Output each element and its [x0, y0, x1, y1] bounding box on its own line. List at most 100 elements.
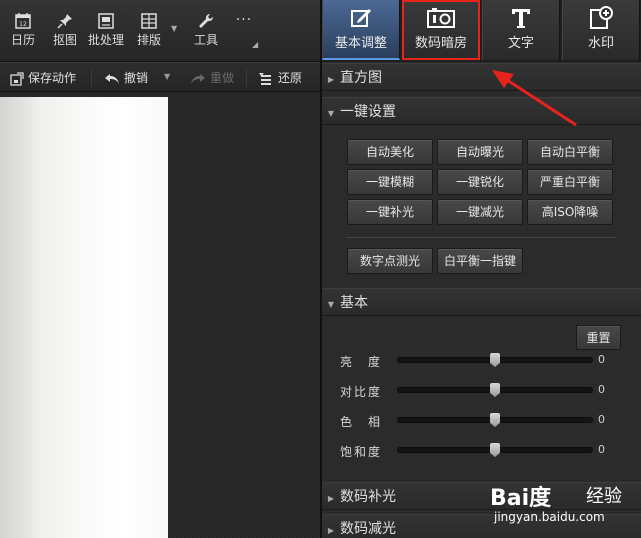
slider-label: 色 相	[340, 415, 383, 429]
section-histogram[interactable]: ▶ 直方图	[322, 63, 641, 91]
slider-track[interactable]	[397, 413, 593, 427]
baidu-logo: Bai度	[490, 486, 552, 511]
slider-track[interactable]	[397, 443, 593, 457]
section-basic-label: 基本	[340, 295, 368, 311]
expanded-arrow-icon: ▼	[327, 300, 335, 309]
section-digital-fill-label: 数码补光	[340, 489, 396, 505]
strict-white-balance-button[interactable]: 严重白平衡	[527, 169, 613, 195]
main-toolbar: 12 日历 抠图 批处理 排版 ▼ 工具 ··· ◢	[0, 0, 320, 62]
toolbar-batch-label: 批处理	[87, 33, 124, 47]
section-basic[interactable]: ▼ 基本	[322, 288, 641, 316]
restore-label: 还原	[278, 71, 303, 85]
section-digital-reduce-label: 数码减光	[340, 521, 396, 537]
auto-white-balance-button[interactable]: 自动白平衡	[527, 139, 613, 165]
reset-button[interactable]: 重置	[576, 325, 621, 350]
tab-watermark[interactable]: 水印	[562, 0, 640, 60]
slider-thumb[interactable]	[490, 443, 500, 457]
button-group-divider	[346, 237, 616, 238]
undo-icon	[105, 73, 119, 84]
image-canvas[interactable]	[0, 92, 320, 538]
slider-label: 亮 度	[340, 355, 383, 369]
batch-icon	[86, 8, 126, 32]
toolbar-layout-label: 排版	[136, 33, 161, 47]
collapsed-arrow-icon: ▶	[327, 494, 335, 503]
layout-dropdown-arrow[interactable]: ▼	[171, 24, 177, 33]
slider-value: 0	[598, 413, 605, 426]
photo-preview	[0, 97, 168, 538]
edit-icon	[323, 0, 399, 36]
slider-thumb[interactable]	[490, 413, 500, 427]
more-icon: ···	[235, 12, 253, 28]
tab-watermark-label: 水印	[587, 36, 614, 51]
section-one-click-label: 一键设置	[340, 104, 396, 120]
slider-track[interactable]	[397, 383, 593, 397]
toolbar-layout[interactable]: 排版	[132, 8, 166, 56]
more-corner-arrow-icon: ◢	[252, 40, 259, 49]
save-action-button[interactable]: 保存动作	[10, 63, 76, 93]
section-histogram-label: 直方图	[340, 70, 382, 86]
tab-basic-adjust-label: 基本调整	[334, 36, 387, 51]
wrench-icon	[188, 8, 224, 32]
tab-basic-adjust[interactable]: 基本调整	[322, 0, 400, 60]
undo-label: 撤销	[124, 71, 149, 85]
slider-thumb[interactable]	[490, 383, 500, 397]
action-bar: 保存动作 撤销 ▼ 重做 还原	[0, 62, 320, 92]
auto-exposure-button[interactable]: 自动曝光	[437, 139, 523, 165]
annotation-arrow-icon	[492, 70, 577, 127]
collapsed-arrow-icon: ▶	[327, 75, 335, 84]
watermark-url: jingyan.baidu.com	[494, 510, 605, 524]
toolbar-tools[interactable]: 工具	[188, 8, 224, 56]
redo-label: 重做	[210, 71, 235, 85]
spot-metering-button[interactable]: 数字点测光	[347, 248, 433, 274]
section-one-click[interactable]: ▼ 一键设置	[322, 97, 641, 125]
slider-value: 0	[598, 353, 605, 366]
restore-button[interactable]: 还原	[258, 63, 302, 93]
toolbar-calendar-label: 日历	[10, 33, 35, 47]
layout-icon	[132, 8, 166, 32]
slider-value: 0	[598, 383, 605, 396]
slider-label: 饱和度	[340, 445, 383, 459]
white-balance-picker-button[interactable]: 白平衡一指键	[437, 248, 523, 274]
toolbar-cutout-label: 抠图	[52, 33, 77, 47]
one-click-blur-button[interactable]: 一键模糊	[347, 169, 433, 195]
save-action-label: 保存动作	[28, 71, 77, 85]
tab-text[interactable]: 文字	[482, 0, 560, 60]
slider-value: 0	[598, 443, 605, 456]
one-click-sharpen-button[interactable]: 一键锐化	[437, 169, 523, 195]
text-icon	[483, 0, 559, 36]
editor-area: 12 日历 抠图 批处理 排版 ▼ 工具 ··· ◢ 保存动作 撤销 ▼ 重做 …	[0, 0, 320, 538]
high-iso-denoise-button[interactable]: 高ISO降噪	[527, 199, 613, 225]
pin-icon	[48, 8, 82, 32]
auto-beautify-button[interactable]: 自动美化	[347, 139, 433, 165]
slider-track[interactable]	[397, 353, 593, 367]
tab-digital-darkroom-label: 数码暗房	[414, 36, 467, 51]
redo-button[interactable]: 重做	[190, 63, 234, 93]
watermark-text: 经验	[586, 486, 622, 507]
toolbar-batch[interactable]: 批处理	[86, 8, 126, 56]
camera-icon	[403, 0, 479, 36]
action-separator	[91, 69, 92, 87]
slider-label: 对比度	[340, 385, 383, 399]
calendar-icon: 12	[6, 8, 40, 32]
undo-button[interactable]: 撤销	[104, 63, 148, 93]
adjust-panel: 基本调整 数码暗房 文字 水印 ▶ 直方图 ▼ 一键设置 自动美化 自动曝光 自动白…	[322, 0, 641, 538]
baidu-jingyan-watermark: Bai度 经验 jingyan.baidu.com	[486, 474, 636, 534]
watermark-add-icon	[563, 0, 639, 36]
toolbar-calendar[interactable]: 12 日历	[6, 8, 40, 56]
toolbar-tools-label: 工具	[193, 33, 218, 47]
panel-tabs: 基本调整 数码暗房 文字 水印	[322, 0, 641, 62]
calendar-day: 12	[19, 21, 27, 28]
save-action-icon	[10, 71, 24, 86]
tab-digital-darkroom[interactable]: 数码暗房	[402, 0, 480, 60]
collapsed-arrow-icon: ▶	[327, 526, 335, 535]
slider-thumb[interactable]	[490, 353, 500, 367]
restore-icon	[259, 72, 271, 85]
expanded-arrow-icon: ▼	[327, 109, 335, 118]
one-click-fill-light-button[interactable]: 一键补光	[347, 199, 433, 225]
tab-text-label: 文字	[507, 36, 534, 51]
one-click-reduce-light-button[interactable]: 一键减光	[437, 199, 523, 225]
toolbar-cutout[interactable]: 抠图	[48, 8, 82, 56]
action-separator	[246, 69, 247, 87]
undo-dropdown-arrow[interactable]: ▼	[164, 72, 170, 81]
redo-icon	[191, 73, 205, 84]
